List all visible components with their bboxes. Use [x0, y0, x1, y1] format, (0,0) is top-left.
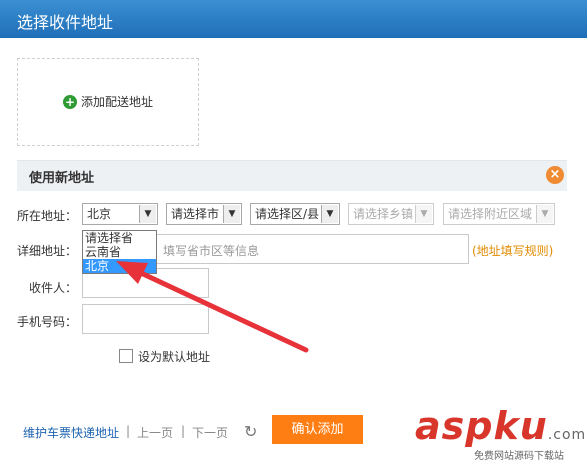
red-arrow-annotation: [116, 261, 309, 353]
